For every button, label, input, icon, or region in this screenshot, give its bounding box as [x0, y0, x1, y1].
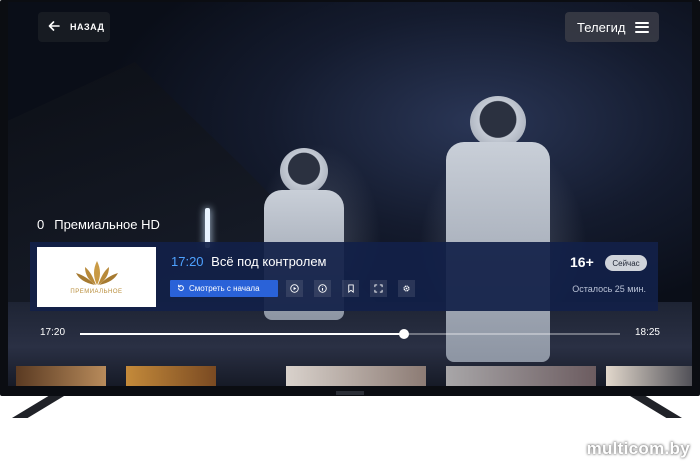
age-rating: 16+: [570, 254, 594, 270]
watch-from-start-button[interactable]: Смотреть с начала: [170, 280, 278, 297]
channel-logo-text: ПРЕМИАЛЬНОЕ: [70, 289, 123, 295]
play-button[interactable]: [286, 280, 303, 297]
program-title: Всё под контролем: [211, 254, 327, 269]
thumbnail[interactable]: [126, 366, 216, 386]
program-info-panel: ПРЕМИАЛЬНОЕ 17:20 Всё под контролем 16+ …: [30, 242, 658, 311]
tv-stand-left: [12, 396, 64, 418]
program-start-time: 17:20: [171, 254, 204, 269]
tv-brand-mark: [336, 391, 364, 395]
time-remaining: Осталось 25 мин.: [572, 284, 646, 294]
info-icon: [318, 284, 327, 293]
gear-icon: [403, 285, 410, 292]
back-button-label: НАЗАД: [70, 22, 105, 32]
arrow-left-icon: [48, 21, 60, 33]
back-button[interactable]: НАЗАД: [38, 12, 110, 42]
tv-guide-label: Телегид: [577, 19, 626, 35]
progress-fill: [80, 333, 404, 335]
thumbnail[interactable]: [16, 366, 106, 386]
program-title-line: 17:20 Всё под контролем: [171, 254, 327, 269]
channel-name: Премиальное HD: [54, 217, 160, 232]
tv-guide-button[interactable]: Телегид: [565, 12, 659, 42]
watermark: multicom.by: [586, 439, 690, 458]
timeline-end-time: 18:25: [634, 327, 660, 338]
fullscreen-button[interactable]: [370, 280, 387, 297]
tv-frame: НАЗАД Телегид 0 Премиальное HD ПРЕМИАЛЬН…: [0, 0, 700, 396]
astronaut-helmet-right: [470, 96, 526, 148]
crown-logo-icon: [75, 261, 118, 285]
now-badge: Сейчас: [605, 255, 647, 271]
progress-thumb[interactable]: [399, 329, 409, 339]
bookmark-button[interactable]: [342, 280, 359, 297]
astronaut-helmet-left: [280, 148, 328, 194]
replay-icon: [177, 284, 185, 294]
thumbnail[interactable]: [446, 366, 596, 386]
thumbnail[interactable]: [606, 366, 692, 386]
channel-info: 0 Премиальное HD: [37, 217, 160, 232]
hamburger-menu-icon: [635, 21, 649, 33]
tv-stand-right: [630, 396, 682, 418]
channel-number: 0: [37, 217, 45, 232]
bookmark-icon: [347, 284, 354, 293]
progress-timeline: 17:20 18:25: [40, 327, 660, 341]
fullscreen-icon: [374, 284, 383, 293]
info-button[interactable]: [314, 280, 331, 297]
progress-track[interactable]: [80, 329, 620, 339]
channel-logo: ПРЕМИАЛЬНОЕ: [37, 247, 156, 307]
watch-from-start-label: Смотреть с начала: [189, 284, 260, 293]
thumbnail-strip: [16, 366, 692, 386]
timeline-start-time: 17:20: [40, 327, 66, 338]
settings-button[interactable]: [398, 280, 415, 297]
play-icon: [290, 284, 299, 293]
thumbnail[interactable]: [286, 366, 426, 386]
